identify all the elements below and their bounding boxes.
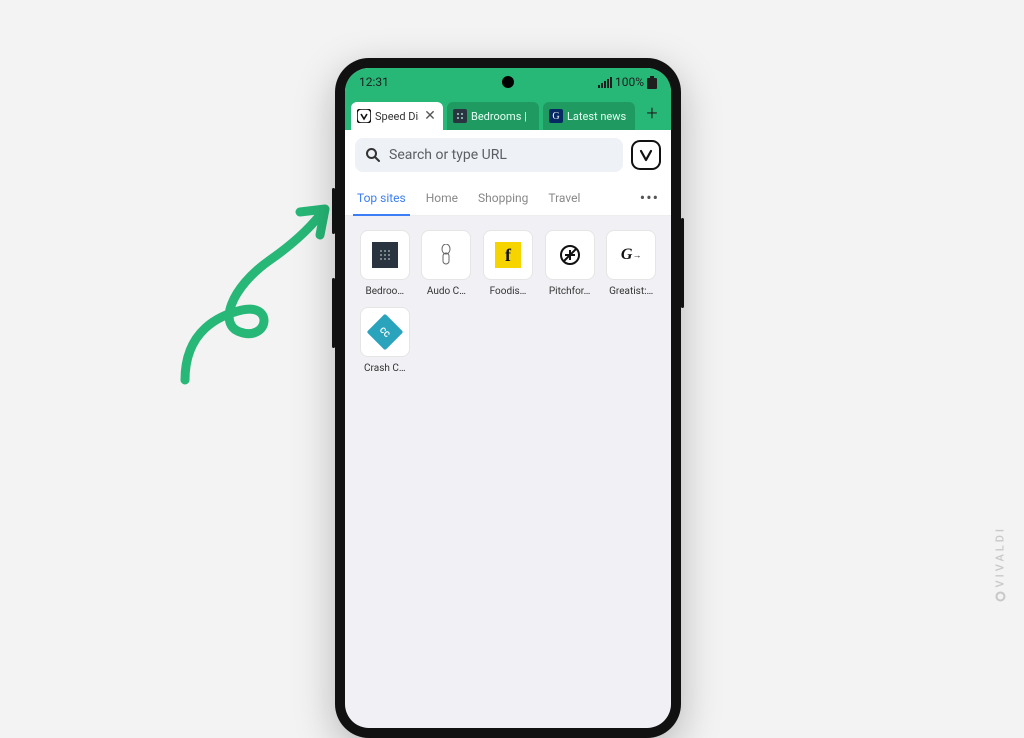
speed-dial-pitchfork[interactable]: Pitchfor… — [544, 230, 596, 297]
speed-dial-audo[interactable]: Audo C… — [421, 230, 473, 297]
category-shopping[interactable]: Shopping — [478, 180, 528, 215]
address-bar-row: Search or type URL — [345, 130, 671, 180]
vivaldi-menu-button[interactable] — [631, 140, 661, 170]
tab-bedrooms[interactable]: Bedrooms | — [447, 102, 539, 130]
callout-arrow-icon — [150, 190, 340, 390]
address-bar[interactable]: Search or type URL — [355, 138, 623, 172]
category-travel[interactable]: Travel — [548, 180, 580, 215]
phone-frame: 12:31 100% — [335, 58, 681, 738]
speed-dial-label: Bedroo… — [359, 286, 411, 297]
category-home[interactable]: Home — [426, 180, 458, 215]
tab-strip: Speed Dial ✕ Bedrooms | G Latest news + — [345, 96, 671, 130]
close-icon[interactable]: ✕ — [423, 109, 437, 123]
brand-watermark: VIVALDI — [993, 526, 1006, 601]
speed-dial-label: Foodis… — [482, 286, 534, 297]
signal-icon — [598, 77, 612, 88]
new-tab-button[interactable]: + — [639, 100, 665, 126]
category-top-sites[interactable]: Top sites — [357, 180, 406, 215]
camera-cutout — [502, 76, 514, 88]
speed-dial-label: Audo C… — [421, 286, 473, 297]
guardian-favicon-icon: G — [549, 109, 563, 123]
vivaldi-favicon-icon — [357, 109, 371, 123]
speed-dial-foodism[interactable]: f Foodis… — [482, 230, 534, 297]
speed-dial-grid: Bedroo… Audo C… f Foodis… Pitchfor… G→ — [345, 216, 671, 388]
address-bar-placeholder: Search or type URL — [389, 147, 507, 163]
search-icon — [365, 147, 381, 163]
tab-latest-news[interactable]: G Latest news — [543, 102, 635, 130]
speed-dial-label: Greatist:… — [605, 286, 657, 297]
more-categories-button[interactable]: ••• — [640, 188, 659, 207]
speed-dial-label: Crash C… — [359, 363, 411, 374]
status-battery-text: 100% — [615, 75, 644, 89]
status-time: 12:31 — [359, 75, 389, 89]
battery-icon — [647, 76, 657, 89]
speed-dial-greatist[interactable]: G→ Greatist:… — [605, 230, 657, 297]
speed-dial-bedrooms[interactable]: Bedroo… — [359, 230, 411, 297]
speed-dial-crashcourse[interactable]: CC Crash C… — [359, 307, 411, 374]
phone-screen: 12:31 100% — [345, 68, 671, 728]
grid-favicon-icon — [453, 109, 467, 123]
tab-label: Speed Dial — [375, 110, 419, 123]
speed-dial-categories: Top sites Home Shopping Travel ••• — [345, 180, 671, 216]
tab-label: Bedrooms | — [471, 110, 533, 123]
status-bar: 12:31 100% — [345, 68, 671, 96]
tab-speed-dial[interactable]: Speed Dial ✕ — [351, 102, 443, 130]
tab-label: Latest news — [567, 110, 629, 123]
speed-dial-label: Pitchfor… — [544, 286, 596, 297]
